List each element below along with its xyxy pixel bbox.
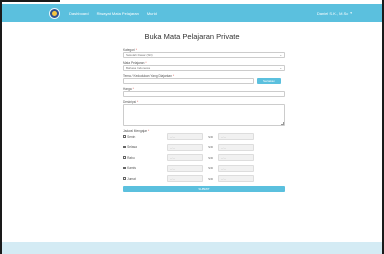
day-label: Rabu	[127, 155, 135, 160]
schedule-row-selasa: Selasa --:-- S/D --:--	[123, 143, 285, 151]
resize-handle-icon[interactable]	[280, 121, 284, 125]
main-content: Buka Mata Pelajaran Private Kategori * S…	[0, 22, 384, 242]
schedule-row-rabu: Rabu --:-- S/D --:--	[123, 154, 285, 161]
logo-icon[interactable]	[49, 7, 60, 19]
day-label: Jumat	[127, 176, 136, 181]
schedule-row-jumat: Jumat --:-- S/D --:--	[123, 175, 285, 182]
harga-input[interactable]	[123, 91, 285, 97]
page-title: Buka Mata Pelajaran Private	[144, 32, 240, 41]
time-to-input[interactable]: --:--	[218, 164, 255, 172]
day-label: Senin	[127, 134, 136, 139]
tema-input[interactable]	[123, 78, 254, 84]
user-menu[interactable]: Daniel S.K., M.Sc ▾	[317, 11, 352, 16]
open-lesson-form: Kategori * Sekolah Dasar (SD) ⌄ Mata Pel…	[123, 48, 285, 192]
time-to-input[interactable]: --:--	[218, 175, 255, 182]
time-from-input[interactable]: --:--	[167, 175, 204, 182]
time-to-input[interactable]: --:--	[218, 143, 255, 151]
time-from-input[interactable]: --:--	[167, 164, 204, 172]
time-from-input[interactable]: --:--	[167, 143, 204, 151]
time-to-input[interactable]: --:--	[218, 133, 255, 140]
day-label: Kamis	[127, 166, 136, 170]
top-edge	[0, 0, 60, 2]
logo-center	[52, 10, 57, 16]
time-to-input[interactable]: --:--	[218, 154, 255, 161]
checkbox-selasa[interactable]	[123, 145, 126, 149]
nav-riwayat[interactable]: Riwayat Mata Pelajaran	[97, 11, 139, 16]
checkbox-senin[interactable]	[123, 135, 126, 138]
top-navbar: Dashboard Riwayat Mata Pelajaran Murid D…	[2, 4, 382, 22]
range-separator: S/D	[208, 155, 214, 160]
range-separator: S/D	[208, 166, 214, 170]
chevron-down-icon: ▾	[350, 11, 352, 15]
nav-murid[interactable]: Murid	[147, 11, 157, 16]
mapel-select[interactable]: Bahasa Indonesia ⌄	[123, 65, 285, 71]
nav-dashboard[interactable]: Dashboard	[69, 11, 89, 16]
schedule-row-senin: Senin --:-- S/D --:--	[123, 133, 285, 140]
chevron-down-icon: ⌄	[279, 66, 282, 70]
schedule-row-kamis: Kamis --:-- S/D --:--	[123, 164, 285, 172]
sertakan-button[interactable]: Sertakan	[257, 78, 281, 84]
kategori-select[interactable]: Sekolah Dasar (SD) ⌄	[123, 52, 285, 58]
checkbox-jumat[interactable]	[123, 177, 126, 180]
checkbox-kamis[interactable]	[123, 166, 126, 170]
checkbox-rabu[interactable]	[123, 156, 126, 159]
range-separator: S/D	[208, 145, 214, 149]
range-separator: S/D	[208, 176, 214, 181]
submit-button[interactable]: SUBMIT	[123, 185, 285, 192]
tema-row: Sertakan	[123, 78, 285, 84]
range-separator: S/D	[208, 134, 214, 139]
time-from-input[interactable]: --:--	[167, 133, 204, 140]
user-name: Daniel S.K., M.Sc	[316, 10, 349, 16]
chevron-down-icon: ⌄	[279, 53, 282, 57]
footer-bar	[2, 242, 382, 254]
deskripsi-textarea[interactable]	[123, 104, 285, 126]
day-label: Selasa	[127, 145, 137, 149]
time-from-input[interactable]: --:--	[167, 154, 204, 161]
